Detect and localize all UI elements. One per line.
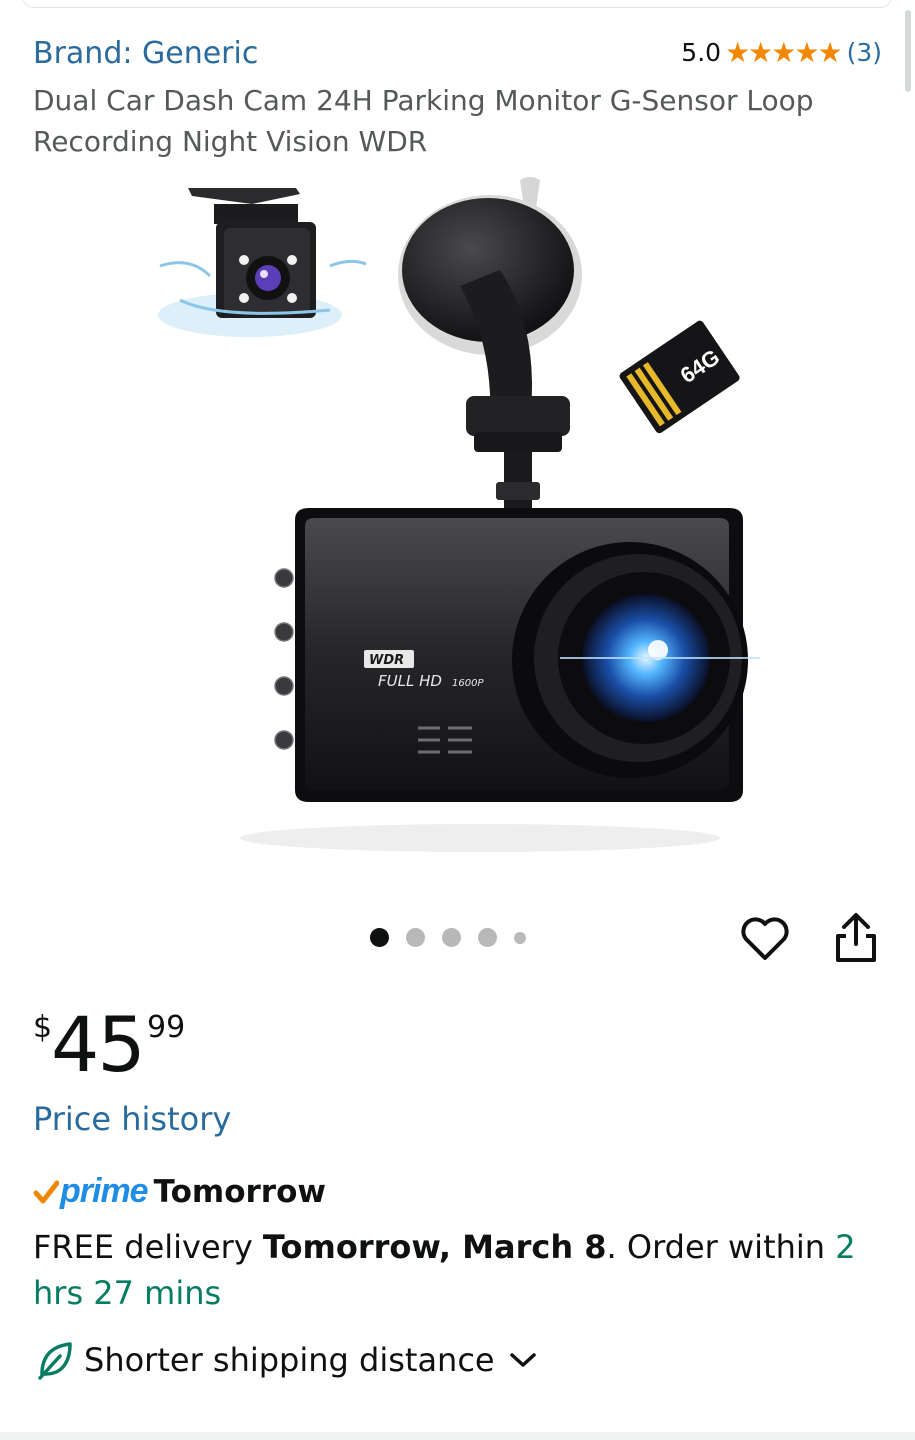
top-card-edge [22,0,892,8]
order-within: . Order within [606,1228,836,1266]
resolution-badge: 1600P [452,678,484,689]
product-title: Dual Car Dash Cam 24H Parking Monitor G-… [33,84,814,158]
price-history-link[interactable]: Price history [33,1100,231,1138]
prime-badge: prime Tomorrow [33,1172,326,1211]
rating-value: 5.0 [681,38,722,67]
carousel-dot[interactable] [514,931,526,944]
price-symbol: $ [33,1010,53,1045]
price-whole: 45 [51,1000,146,1089]
carousel-dot[interactable] [370,928,389,947]
prime-tomorrow: Tomorrow [153,1173,327,1210]
chevron-down-icon [509,1353,536,1367]
price-fraction: 99 [147,1010,186,1045]
carousel-dots [370,928,526,947]
share-icon[interactable] [830,910,882,966]
rating-summary[interactable]: 5.0 ★★★★★ (3) [681,36,882,69]
prime-label: prime [60,1172,149,1210]
shorter-shipping-toggle[interactable]: Shorter shipping distance [36,1340,537,1380]
carousel-dot[interactable] [406,928,425,947]
shipping-label: Shorter shipping distance [84,1341,495,1379]
carousel-dot[interactable] [442,928,461,947]
fullhd-badge: FULL HD [378,672,442,690]
rating-count[interactable]: (3) [847,38,882,67]
carousel-dot[interactable] [478,928,497,947]
star-rating-icon: ★★★★★ [725,36,843,69]
delivery-date: Tomorrow, March 8 [262,1228,607,1266]
scrollbar[interactable] [905,10,911,92]
product-image[interactable]: 64G WDR FULL HD 1600P [140,170,780,860]
suction-mount-image [398,177,582,512]
heart-icon[interactable] [738,912,792,966]
dash-cam-body-image: WDR FULL HD 1600P [240,508,760,852]
wdr-badge: WDR [369,653,404,668]
section-divider [0,1432,915,1440]
check-icon [33,1180,59,1203]
leaf-icon [38,1342,72,1380]
sd-card-image: 64G [619,320,740,434]
delivery-message: FREE delivery Tomorrow, March 8. Order w… [33,1224,883,1316]
brand-link[interactable]: Brand: Generic [33,36,258,71]
delivery-prefix: FREE delivery [33,1228,263,1266]
rear-camera-image [158,188,367,337]
